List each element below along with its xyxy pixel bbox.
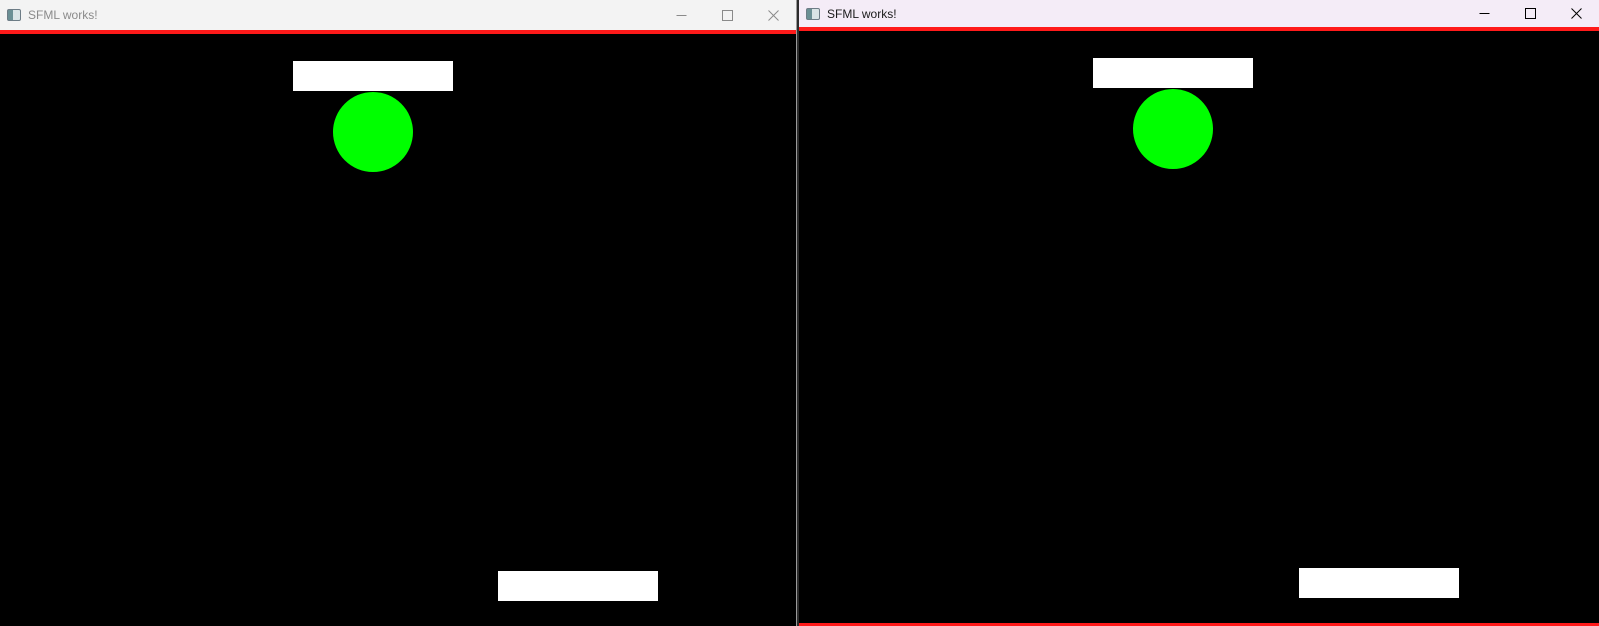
maximize-button[interactable] [704,0,750,30]
title-bar[interactable]: SFML works! [799,0,1599,27]
close-button[interactable] [750,0,796,30]
minimize-icon [676,14,686,16]
close-icon [767,9,779,21]
ball [1133,89,1213,169]
bottom-paddle [498,571,658,601]
top-paddle [293,61,453,91]
caption-buttons [658,0,796,30]
top-paddle [1093,58,1253,88]
minimize-button[interactable] [1461,0,1507,27]
maximize-button[interactable] [1507,0,1553,27]
window-title: SFML works! [827,6,897,21]
caption-buttons [1461,0,1599,27]
close-icon [1570,8,1582,19]
app-icon [7,9,21,21]
window-title: SFML works! [28,8,98,22]
maximize-icon [1524,8,1536,19]
close-button[interactable] [1553,0,1599,27]
minimize-button[interactable] [658,0,704,30]
sfml-window-left[interactable]: SFML works! [0,0,797,626]
sfml-window-right[interactable]: SFML works! [799,0,1599,626]
app-icon [806,7,820,20]
maximize-icon [721,9,733,21]
top-boundary-line [799,27,1599,31]
top-boundary-line [0,30,796,34]
minimize-icon [1479,13,1489,14]
ball [333,92,413,172]
bottom-paddle [1299,568,1459,598]
title-bar[interactable]: SFML works! [0,0,796,30]
